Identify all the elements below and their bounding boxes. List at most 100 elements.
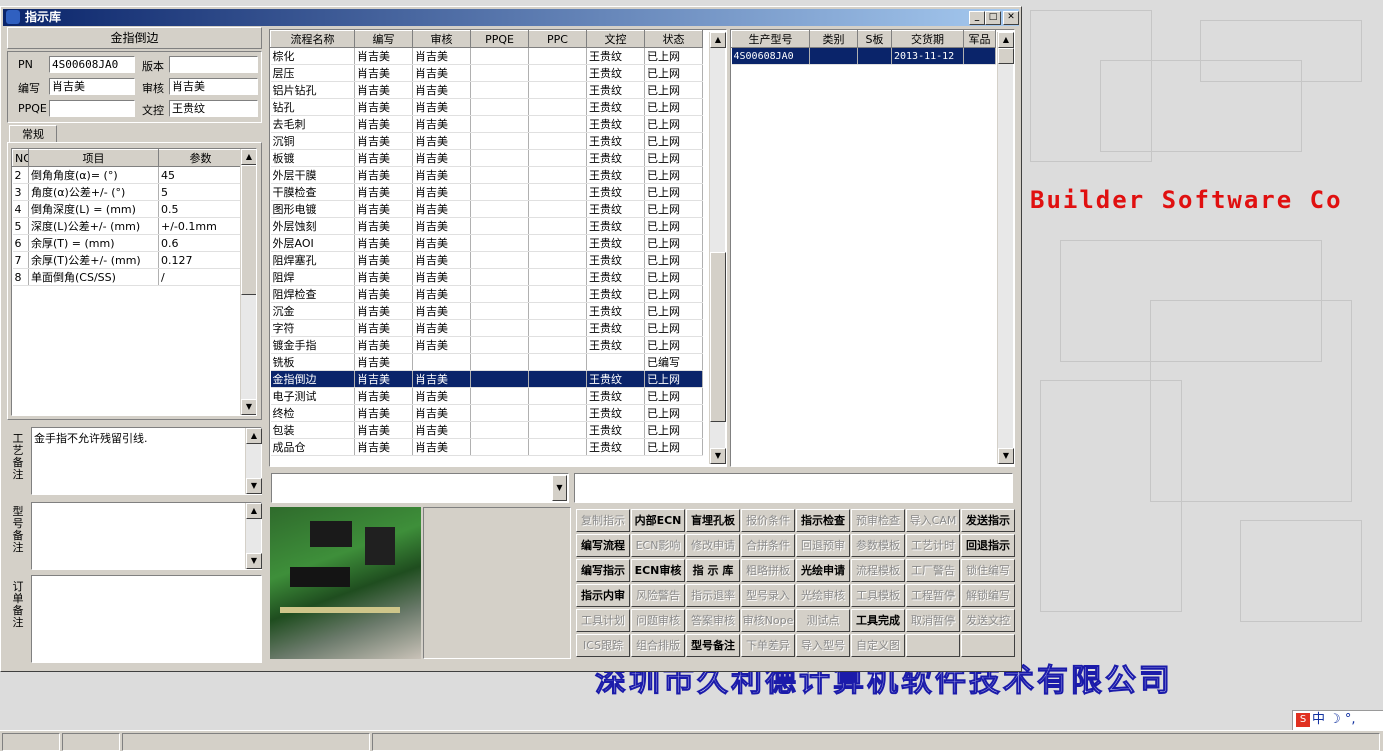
action-button[interactable]: 指示内审 xyxy=(576,584,630,607)
flow-row[interactable]: 层压 肖吉美 肖吉美 王贵纹 已上网 xyxy=(270,64,703,82)
action-button[interactable]: 发送文控 xyxy=(961,609,1015,632)
flow-row[interactable]: 沉铜 肖吉美 肖吉美 王贵纹 已上网 xyxy=(270,132,703,150)
action-button[interactable]: 工程暂停 xyxy=(906,584,960,607)
scroll-down-icon[interactable]: ▼ xyxy=(710,448,726,464)
action-button[interactable]: 复制指示 xyxy=(576,509,630,532)
action-button[interactable]: ECN影响 xyxy=(631,534,685,557)
taskbar-slot[interactable] xyxy=(62,733,120,751)
craft-notes-text[interactable]: 金手指不允许残留引线. xyxy=(31,427,262,495)
flow-row[interactable]: 终检 肖吉美 肖吉美 王贵纹 已上网 xyxy=(270,404,703,422)
flow-row[interactable]: 镀金手指 肖吉美 肖吉美 王贵纹 已上网 xyxy=(270,336,703,354)
params-row[interactable]: 4 倒角深度(L) = (mm) 0.5 xyxy=(12,200,243,218)
model-col-header[interactable]: 军品 xyxy=(963,30,996,48)
craft-notes-scrollbar[interactable]: ▲ ▼ xyxy=(245,428,262,494)
model-col-header[interactable]: 生产型号 xyxy=(731,30,810,48)
action-button[interactable]: 测试点 xyxy=(796,609,850,632)
flow-row[interactable]: 板镀 肖吉美 肖吉美 王贵纹 已上网 xyxy=(270,149,703,167)
flow-scrollbar[interactable]: ▲ ▼ xyxy=(709,32,726,464)
action-button[interactable]: 型号备注 xyxy=(686,634,740,657)
model-scrollbar[interactable]: ▲ ▼ xyxy=(997,32,1014,464)
selector-combo[interactable] xyxy=(271,473,569,503)
col-value[interactable]: 参数 xyxy=(158,149,243,167)
scroll-down-icon[interactable]: ▼ xyxy=(241,399,256,415)
flow-row[interactable]: 包装 肖吉美 肖吉美 王贵纹 已上网 xyxy=(270,421,703,439)
action-button[interactable]: 指 示 库 xyxy=(686,559,740,582)
action-button[interactable]: 下单差异 xyxy=(741,634,795,657)
action-button[interactable]: 工厂警告 xyxy=(906,559,960,582)
action-button[interactable]: 修改申请 xyxy=(686,534,740,557)
flow-row[interactable]: 外层干膜 肖吉美 肖吉美 王贵纹 已上网 xyxy=(270,166,703,184)
params-scrollbar[interactable]: ▲ ▼ xyxy=(240,149,256,415)
params-row[interactable]: 8 单面倒角(CS/SS) / xyxy=(12,268,243,286)
flow-row[interactable]: 金指倒边 肖吉美 肖吉美 王贵纹 已上网 xyxy=(270,370,703,388)
scroll-up-icon[interactable]: ▲ xyxy=(998,32,1014,48)
flow-col-header[interactable]: 流程名称 xyxy=(270,30,355,48)
scroll-down-icon[interactable]: ▼ xyxy=(998,448,1014,464)
action-button[interactable]: 光绘审核 xyxy=(796,584,850,607)
action-button[interactable]: 指示退率 xyxy=(686,584,740,607)
params-row[interactable]: 7 余厚(T)公差+/- (mm) 0.127 xyxy=(12,251,243,269)
action-button[interactable]: 光绘申请 xyxy=(796,559,850,582)
scroll-thumb[interactable] xyxy=(998,48,1014,64)
model-col-header[interactable]: 交货期 xyxy=(891,30,964,48)
flow-row[interactable]: 外层蚀刻 肖吉美 肖吉美 王贵纹 已上网 xyxy=(270,217,703,235)
action-button[interactable]: 内部ECN xyxy=(631,509,685,532)
flow-row[interactable]: 铝片钻孔 肖吉美 肖吉美 王贵纹 已上网 xyxy=(270,81,703,99)
taskbar-slot[interactable] xyxy=(122,733,370,751)
action-button[interactable]: 导入CAM xyxy=(906,509,960,532)
taskbar-slot[interactable] xyxy=(2,733,60,751)
tab-general[interactable]: 常规 xyxy=(9,125,57,143)
flow-row[interactable]: 外层AOI 肖吉美 肖吉美 王贵纹 已上网 xyxy=(270,234,703,252)
scroll-thumb[interactable] xyxy=(241,165,256,295)
action-button[interactable]: 工具模板 xyxy=(851,584,905,607)
reviewer-field[interactable]: 肖吉美 xyxy=(169,78,258,95)
flow-row[interactable]: 电子测试 肖吉美 肖吉美 王贵纹 已上网 xyxy=(270,387,703,405)
flow-row[interactable]: 棕化 肖吉美 肖吉美 王贵纹 已上网 xyxy=(270,47,703,65)
action-button[interactable]: 审核Nope xyxy=(741,609,795,632)
pn-field[interactable]: 4S00608JA0 xyxy=(49,56,135,73)
flow-row[interactable]: 干膜检查 肖吉美 肖吉美 王贵纹 已上网 xyxy=(270,183,703,201)
chevron-down-icon[interactable]: ▼ xyxy=(552,475,567,501)
action-button[interactable]: 风险警告 xyxy=(631,584,685,607)
flow-col-header[interactable]: 编写 xyxy=(354,30,413,48)
scroll-thumb[interactable] xyxy=(710,252,726,422)
action-button[interactable]: 粗略拼板 xyxy=(741,559,795,582)
action-button[interactable]: 编写指示 xyxy=(576,559,630,582)
action-button[interactable]: 发送指示 xyxy=(961,509,1015,532)
action-button[interactable]: ECN审核 xyxy=(631,559,685,582)
action-button[interactable]: 预审检查 xyxy=(851,509,905,532)
model-col-header[interactable]: S板 xyxy=(857,30,892,48)
flow-row[interactable]: 阻焊检查 肖吉美 肖吉美 王贵纹 已上网 xyxy=(270,285,703,303)
params-row[interactable]: 3 角度(α)公差+/- (°) 5 xyxy=(12,183,243,201)
scroll-up-icon[interactable]: ▲ xyxy=(246,428,262,444)
action-button[interactable]: 解锁编写 xyxy=(961,584,1015,607)
action-button[interactable]: 导入型号 xyxy=(796,634,850,657)
flow-row[interactable]: 阻焊塞孔 肖吉美 肖吉美 王贵纹 已上网 xyxy=(270,251,703,269)
flow-col-header[interactable]: 审核 xyxy=(412,30,471,48)
action-button[interactable]: 回退指示 xyxy=(961,534,1015,557)
col-no[interactable]: NO xyxy=(12,149,29,167)
window-titlebar[interactable]: 指示库 _ □ ✕ xyxy=(3,9,1019,26)
flow-row[interactable]: 钻孔 肖吉美 肖吉美 王贵纹 已上网 xyxy=(270,98,703,116)
model-col-header[interactable]: 类别 xyxy=(809,30,858,48)
action-button[interactable]: 参数模板 xyxy=(851,534,905,557)
info-text-input[interactable] xyxy=(574,473,1013,503)
scroll-up-icon[interactable]: ▲ xyxy=(241,149,256,165)
model-notes-text[interactable] xyxy=(31,502,262,570)
params-row[interactable]: 2 倒角角度(α)= (°) 45 xyxy=(12,166,243,184)
flow-row[interactable]: 沉金 肖吉美 肖吉美 王贵纹 已上网 xyxy=(270,302,703,320)
flow-col-header[interactable]: 状态 xyxy=(644,30,703,48)
flow-row[interactable]: 图形电镀 肖吉美 肖吉美 王贵纹 已上网 xyxy=(270,200,703,218)
action-button[interactable]: ICS跟踪 xyxy=(576,634,630,657)
model-notes-scrollbar[interactable]: ▲ ▼ xyxy=(245,503,262,569)
flow-row[interactable]: 成品仓 肖吉美 肖吉美 王贵纹 已上网 xyxy=(270,438,703,456)
order-notes-text[interactable] xyxy=(31,575,262,663)
action-button[interactable]: 工具完成 xyxy=(851,609,905,632)
scroll-up-icon[interactable]: ▲ xyxy=(710,32,726,48)
action-button[interactable]: 型号录入 xyxy=(741,584,795,607)
flow-col-header[interactable]: PPQE xyxy=(470,30,529,48)
author-field[interactable]: 肖吉美 xyxy=(49,78,135,95)
model-row[interactable]: 4S00608JA0 2013-11-12 xyxy=(731,47,996,65)
action-button[interactable]: 答案审核 xyxy=(686,609,740,632)
minimize-button[interactable]: _ xyxy=(969,11,985,25)
